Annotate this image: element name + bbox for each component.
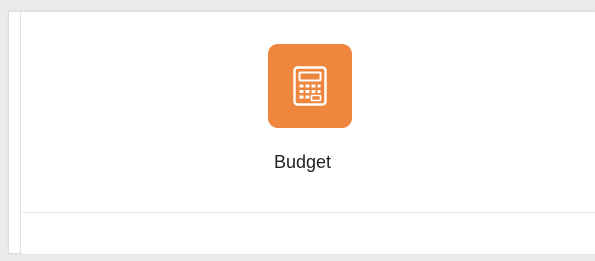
calculator-icon [293,66,327,106]
app-card: Budget [8,11,595,254]
app-icon-tile[interactable] [268,44,352,128]
card-footer [22,213,595,254]
card-inner-edge [20,11,21,254]
app-label[interactable]: Budget [9,152,595,173]
budget-app-tile[interactable]: Budget [9,12,595,212]
app-launcher-viewport: Budget [0,0,595,261]
